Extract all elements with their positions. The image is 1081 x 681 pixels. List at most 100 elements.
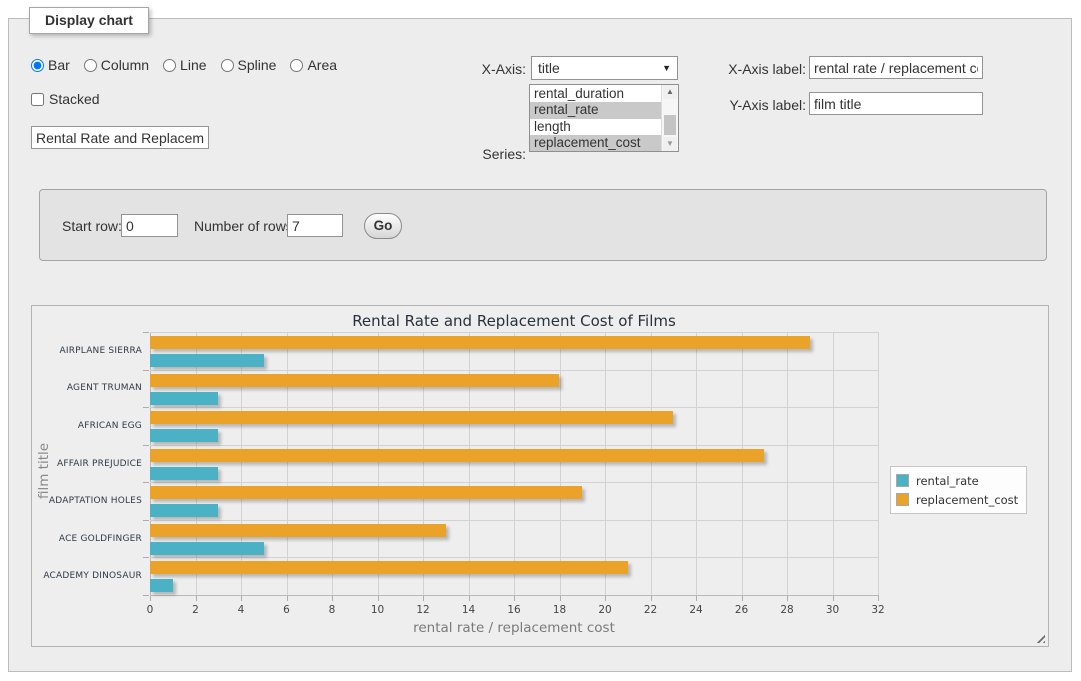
num-rows-input[interactable] [287,214,343,237]
gridline [150,445,878,446]
x-tick-label: 16 [507,604,520,616]
gridline [878,332,879,595]
series-option[interactable]: length [530,119,661,135]
chart-type-radio-group: Bar Column Line Spline Area [31,57,347,73]
series-option[interactable]: replacement_cost [530,135,661,151]
radio-chart-type-column[interactable]: Column [84,57,149,73]
chart-bar-rental_rate [150,354,264,367]
resize-handle-icon[interactable] [1034,632,1045,643]
scrollbar-thumb[interactable] [664,115,676,135]
legend-swatch [896,474,909,487]
chart-legend: rental_ratereplacement_cost [890,466,1027,514]
y-axis-tick [143,370,149,371]
radio-spline[interactable] [221,59,234,72]
x-tick-label: 32 [871,604,884,616]
gridline [514,332,515,595]
series-option[interactable]: rental_rate [530,102,661,118]
x-tick-label: 20 [598,604,611,616]
x-tick-label: 28 [780,604,793,616]
gridline [332,332,333,595]
x-axis-select-label: X-Axis: [436,61,526,77]
y-axis-tick [143,332,149,333]
x-tick-label: 22 [644,604,657,616]
series-listbox[interactable]: rental_durationrental_ratelengthreplacem… [529,84,679,152]
radio-bar[interactable] [31,59,44,72]
chevron-down-icon: ▼ [662,63,671,73]
x-tick-label: 14 [462,604,475,616]
stacked-label: Stacked [49,91,100,107]
y-category-label: ADAPTATION HOLES [49,496,142,506]
chart-container: Rental Rate and Replacement Cost of Film… [31,305,1049,647]
rows-panel: Start row: Number of rows: Go [39,189,1047,261]
radio-chart-type-line[interactable]: Line [163,57,206,73]
y-axis-tick [143,595,149,596]
legend-item: rental_rate [896,471,1018,490]
radio-column[interactable] [84,59,97,72]
chart-bar-replacement_cost [150,336,810,349]
radio-chart-type-bar[interactable]: Bar [31,57,70,73]
chart-bar-replacement_cost [150,411,673,424]
chart-bar-replacement_cost [150,486,582,499]
gridline [196,332,197,595]
series-option[interactable]: rental_duration [530,86,661,102]
x-axis-selected-value: title [538,60,662,76]
start-row-input[interactable] [121,214,178,237]
gridline [150,557,878,558]
scroll-up-icon[interactable]: ▲ [663,85,677,99]
x-axis-label-input[interactable] [809,56,983,79]
chart-bar-rental_rate [150,392,218,405]
x-tick-label: 0 [147,604,154,616]
radio-chart-type-spline[interactable]: Spline [221,57,277,73]
chart-bar-replacement_cost [150,561,628,574]
x-tick-label: 26 [735,604,748,616]
x-axis-select[interactable]: title ▼ [531,56,678,80]
y-axis-tick [143,557,149,558]
y-axis-label-label: Y-Axis label: [714,97,806,113]
y-category-label: AIRPLANE SIERRA [59,346,142,356]
x-tick-label: 6 [283,604,290,616]
gridline [150,370,878,371]
y-axis-tick [143,445,149,446]
radio-area[interactable] [290,59,303,72]
radio-chart-type-area[interactable]: Area [290,57,337,73]
display-chart-panel: Display chart Bar Column Line Spline Are… [8,18,1072,672]
gridline [241,332,242,595]
gridline [287,332,288,595]
chart-bar-rental_rate [150,429,218,442]
chart-title: Rental Rate and Replacement Cost of Film… [150,312,878,330]
series-scrollbar[interactable]: ▲ ▼ [661,85,678,151]
chart-bar-replacement_cost [150,524,446,537]
stacked-checkbox-row[interactable]: Stacked [31,91,100,107]
plot-area: 02468101214161820222426283032AIRPLANE SI… [150,332,878,595]
gridline [150,407,878,408]
x-tick-label: 24 [689,604,702,616]
chart-title-input[interactable] [31,126,209,149]
scroll-down-icon[interactable]: ▼ [663,137,677,151]
x-axis-title: rental rate / replacement cost [150,620,878,636]
num-rows-label: Number of rows: [194,218,297,234]
y-category-label: AFFAIR PREJUDICE [57,459,142,469]
x-tick-label: 4 [238,604,245,616]
series-list-label: Series: [436,146,526,162]
gridline [150,332,151,595]
chart-bar-replacement_cost [150,449,764,462]
y-axis-label-input[interactable] [809,92,983,115]
legend-swatch [896,493,909,506]
series-options: rental_durationrental_ratelengthreplacem… [530,86,661,152]
y-axis-tick [143,482,149,483]
panel-title: Display chart [29,7,149,34]
x-axis-tick [878,595,879,601]
gridline [742,332,743,595]
x-tick-label: 10 [371,604,384,616]
x-tick-label: 8 [329,604,336,616]
gridline [605,332,606,595]
legend-item: replacement_cost [896,490,1018,509]
x-tick-label: 12 [416,604,429,616]
go-button[interactable]: Go [364,213,402,239]
stacked-checkbox[interactable] [31,93,44,106]
gridline [833,332,834,595]
y-axis-tick [143,407,149,408]
gridline [787,332,788,595]
radio-line[interactable] [163,59,176,72]
chart-bar-replacement_cost [150,374,559,387]
